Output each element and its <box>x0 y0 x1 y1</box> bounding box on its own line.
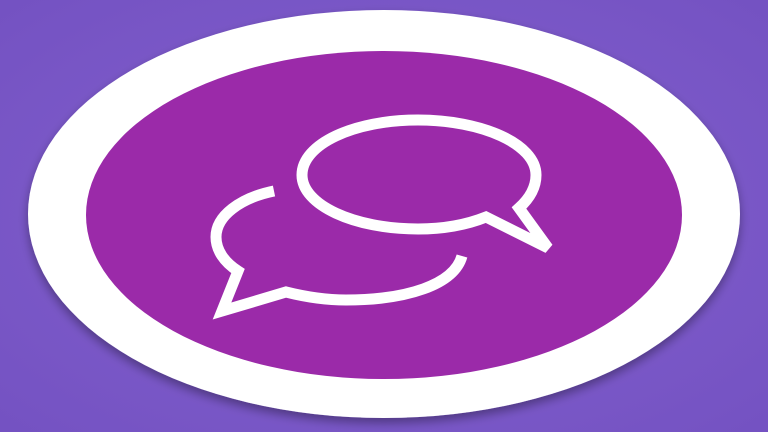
chat-app-logo <box>0 0 768 432</box>
inner-disc <box>86 51 682 379</box>
app-logo-stage <box>0 0 768 432</box>
